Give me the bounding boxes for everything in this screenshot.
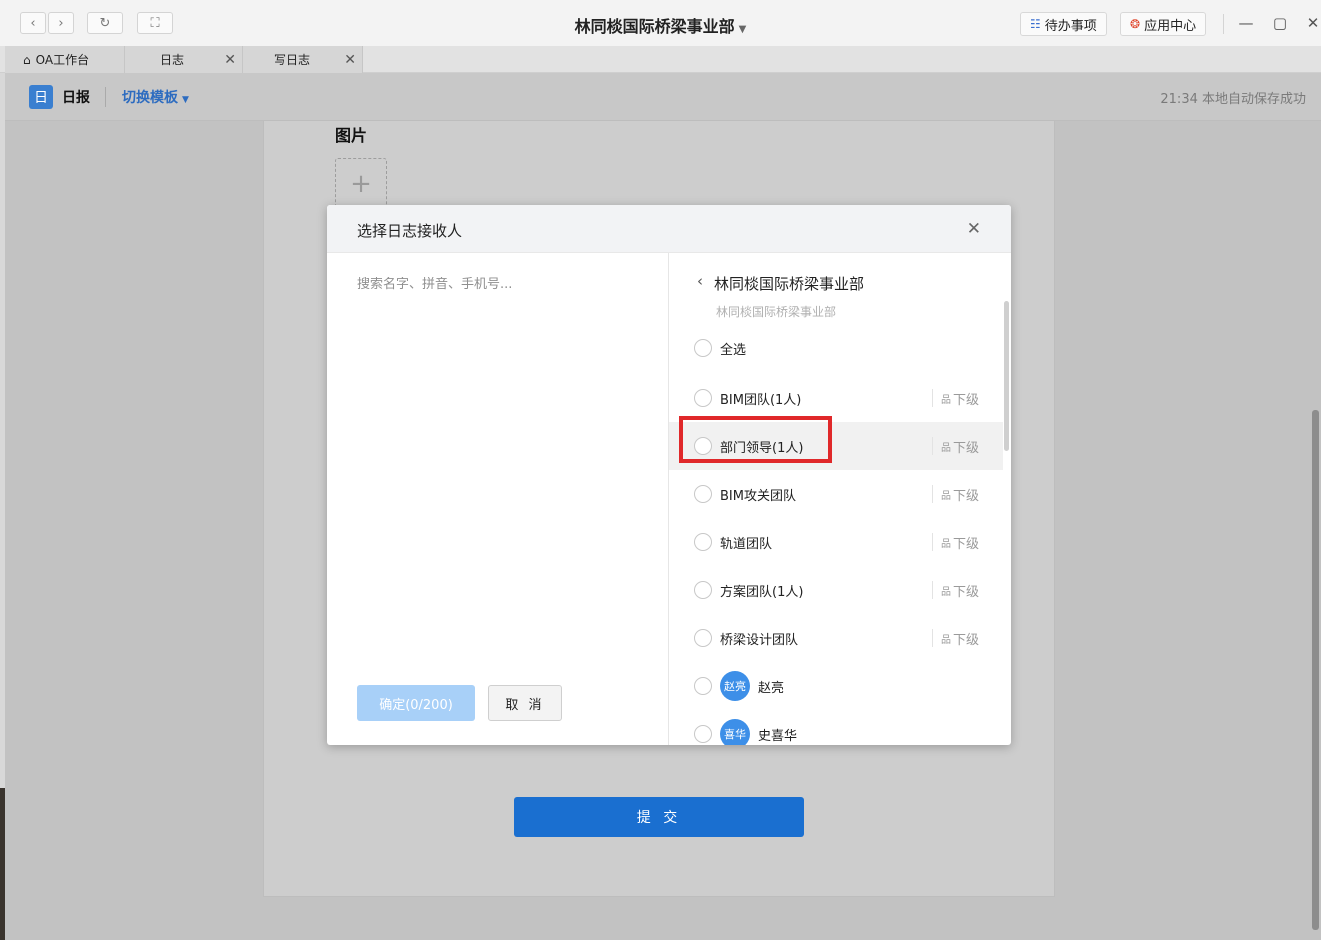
app-center-icon: ❂ bbox=[1130, 17, 1141, 31]
group-label: BIM攻关团队 bbox=[720, 489, 796, 504]
subordinate-link[interactable]: 品下级 bbox=[932, 485, 980, 504]
chevron-down-icon: ▼ bbox=[182, 95, 189, 105]
group-label: 轨道团队 bbox=[720, 537, 773, 552]
subordinate-label: 下级 bbox=[953, 632, 980, 648]
subordinate-link[interactable]: 品下级 bbox=[932, 629, 980, 648]
page-scrollbar[interactable] bbox=[1312, 410, 1319, 930]
subordinate-link[interactable]: 品下级 bbox=[932, 581, 980, 600]
group-row[interactable]: BIM团队(1人) 品下级 bbox=[669, 374, 1003, 422]
subordinate-label: 下级 bbox=[953, 440, 980, 456]
select-all-label: 全选 bbox=[720, 343, 747, 358]
radio[interactable] bbox=[694, 677, 712, 695]
maximize-icon[interactable]: ▢ bbox=[1270, 14, 1290, 32]
org-tree-icon: 品 bbox=[941, 394, 951, 406]
window-titlebar: ‹ › ↻ ⛶ 林同棪国际桥梁事业部 ▼ ☷ 待办事项 ❂ 应用中心 — ▢ ✕ bbox=[0, 0, 1321, 46]
radio[interactable] bbox=[694, 629, 712, 647]
radio[interactable] bbox=[694, 533, 712, 551]
org-title[interactable]: 林同棪国际桥梁事业部 bbox=[714, 273, 864, 294]
close-icon[interactable]: ✕ bbox=[967, 219, 981, 239]
avatar: 赵亮 bbox=[720, 671, 750, 701]
app-center-label: 应用中心 bbox=[1144, 18, 1197, 34]
group-row[interactable]: 桥梁设计团队 品下级 bbox=[669, 614, 1003, 662]
confirm-button[interactable]: 确定(0/200) bbox=[357, 685, 475, 721]
org-tree-icon: 品 bbox=[941, 490, 951, 502]
subordinate-link[interactable]: 品下级 bbox=[932, 533, 980, 552]
search-input[interactable] bbox=[357, 277, 637, 292]
todo-label: 待办事项 bbox=[1044, 18, 1097, 34]
chevron-left-icon[interactable]: ‹ bbox=[697, 272, 703, 290]
org-tree-icon: 品 bbox=[941, 442, 951, 454]
subordinate-label: 下级 bbox=[953, 536, 980, 552]
todo-icon: ☷ bbox=[1030, 17, 1041, 31]
tab-label: 写日志 bbox=[274, 53, 311, 67]
org-tree-icon: 品 bbox=[941, 538, 951, 550]
radio[interactable] bbox=[694, 389, 712, 407]
select-all-row[interactable]: 全选 bbox=[669, 324, 1003, 372]
add-image-button[interactable]: + bbox=[335, 158, 387, 210]
todo-button[interactable]: ☷ 待办事项 bbox=[1020, 12, 1107, 36]
app-center-button[interactable]: ❂ 应用中心 bbox=[1120, 12, 1207, 36]
page-title: 日报 bbox=[62, 90, 90, 106]
switch-template-label: 切换模板 bbox=[122, 90, 178, 106]
switch-template-dropdown[interactable]: 切换模板 ▼ bbox=[122, 87, 189, 107]
close-icon[interactable]: ✕ bbox=[344, 52, 356, 68]
org-tree-panel: ‹ 林同棪国际桥梁事业部 林同棪国际桥梁事业部 全选 BIM团队(1人) 品下级… bbox=[669, 253, 1011, 745]
tab-label: OA工作台 bbox=[35, 53, 90, 67]
list-scrollbar[interactable] bbox=[1004, 301, 1009, 451]
radio[interactable] bbox=[694, 725, 712, 743]
autosave-status: 21:34 本地自动保存成功 bbox=[1160, 92, 1306, 107]
window-title-text: 林同棪国际桥梁事业部 bbox=[574, 17, 735, 36]
subordinate-label: 下级 bbox=[953, 392, 980, 408]
group-label: 桥梁设计团队 bbox=[720, 633, 799, 648]
org-tree-icon: 品 bbox=[941, 634, 951, 646]
tab-log[interactable]: 日志 ✕ bbox=[125, 46, 243, 73]
radio[interactable] bbox=[694, 581, 712, 599]
daily-report-badge: 日 bbox=[29, 85, 53, 109]
tab-oa-workbench[interactable]: ⌂ OA工作台 bbox=[5, 46, 125, 73]
subordinate-link[interactable]: 品下级 bbox=[932, 389, 980, 408]
background-strip bbox=[0, 788, 5, 940]
radio[interactable] bbox=[694, 339, 712, 357]
subordinate-label: 下级 bbox=[953, 488, 980, 504]
avatar: 喜华 bbox=[720, 719, 750, 745]
group-row[interactable]: 方案团队(1人) 品下级 bbox=[669, 566, 1003, 614]
dialog-header: 选择日志接收人 ✕ bbox=[327, 205, 1011, 253]
close-icon[interactable]: ✕ bbox=[1303, 14, 1321, 32]
group-label: 方案团队(1人) bbox=[720, 585, 804, 600]
page-header: 日 日报 切换模板 ▼ 21:34 本地自动保存成功 bbox=[5, 73, 1321, 121]
subordinate-label: 下级 bbox=[953, 584, 980, 600]
chevron-down-icon: ▼ bbox=[738, 24, 747, 35]
person-row[interactable]: 喜华 史喜华 bbox=[669, 710, 1003, 745]
person-name: 赵亮 bbox=[758, 681, 785, 696]
image-section-label: 图片 bbox=[335, 126, 368, 145]
group-row[interactable]: BIM攻关团队 品下级 bbox=[669, 470, 1003, 518]
highlight-annotation-box bbox=[679, 416, 832, 463]
tab-write-log[interactable]: 写日志 ✕ bbox=[243, 46, 363, 73]
close-icon[interactable]: ✕ bbox=[224, 52, 236, 68]
subordinate-link[interactable]: 品下级 bbox=[932, 437, 980, 456]
group-row[interactable]: 轨道团队 品下级 bbox=[669, 518, 1003, 566]
submit-button[interactable]: 提 交 bbox=[514, 797, 804, 837]
org-tree-icon: 品 bbox=[941, 586, 951, 598]
divider bbox=[105, 87, 106, 107]
group-label: BIM团队(1人) bbox=[720, 393, 802, 408]
minimize-icon[interactable]: — bbox=[1236, 14, 1256, 32]
breadcrumb: 林同棪国际桥梁事业部 bbox=[716, 305, 837, 319]
tab-label: 日志 bbox=[160, 53, 185, 67]
select-recipient-dialog: 选择日志接收人 ✕ 确定(0/200) 取 消 ‹ 林同棪国际桥梁事业部 林同棪… bbox=[327, 205, 1011, 745]
dialog-title: 选择日志接收人 bbox=[357, 222, 463, 240]
home-icon: ⌂ bbox=[23, 52, 31, 67]
cancel-button[interactable]: 取 消 bbox=[488, 685, 562, 721]
selected-panel: 确定(0/200) 取 消 bbox=[327, 253, 669, 745]
divider bbox=[1223, 14, 1224, 34]
radio[interactable] bbox=[694, 485, 712, 503]
person-row[interactable]: 赵亮 赵亮 bbox=[669, 662, 1003, 710]
tab-strip: ⌂ OA工作台 日志 ✕ 写日志 ✕ bbox=[0, 46, 1321, 73]
person-name: 史喜华 bbox=[758, 729, 798, 744]
